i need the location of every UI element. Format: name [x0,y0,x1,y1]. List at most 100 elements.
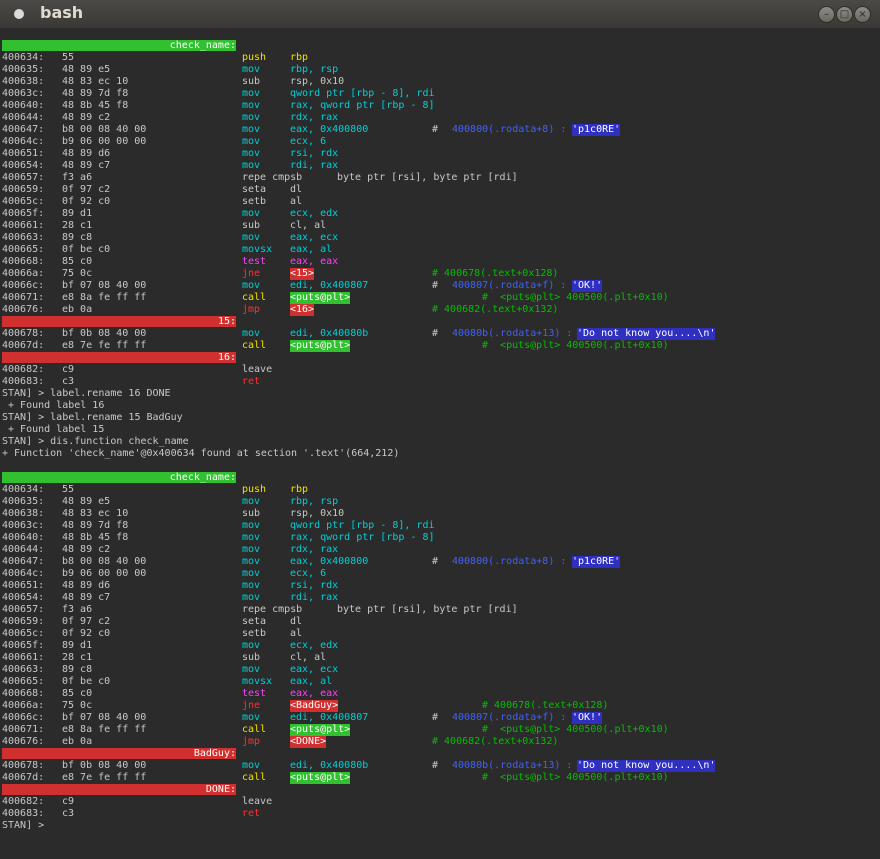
terminal-output[interactable]: check_name: 400634: 55 push rbp 400635: 48 89 … [0,28,880,859]
operand: eax, ecx [290,232,339,243]
label-header: check_name: [2,472,236,483]
opcode-bytes: 0f 97 c2 [62,616,111,627]
opcode-bytes: 48 89 e5 [62,64,111,75]
operand: eax, 0x400800 [290,124,369,135]
opcode-bytes: eb 0a [62,736,93,747]
instruction-row: 400644: 48 89 c2 mov rdx, rax [2,544,862,556]
address: 400676: [2,304,45,315]
address: 400663: [2,664,45,675]
maximize-button[interactable]: □ [836,6,853,23]
mnemonic: push [242,484,267,495]
address: 400638: [2,76,45,87]
minimize-button[interactable]: – [818,6,835,23]
opcode-bytes: 0f 92 c0 [62,628,111,639]
mnemonic: push [242,52,267,63]
instruction-row: 40065f: 89 d1 mov ecx, edx [2,208,862,220]
operand: cl, al [290,220,327,231]
address: 40065f: [2,208,45,219]
operand: eax, 0x400800 [290,556,369,567]
mnemonic: mov [242,520,261,531]
address: 400644: [2,112,45,123]
mnemonic: sub [242,76,261,87]
address: 400644: [2,544,45,555]
console-text: + Function 'check_name'@0x400634 found a… [2,448,400,459]
operand: eax, eax [290,256,339,267]
mnemonic: ret [242,376,261,387]
mnemonic: setb [242,628,267,639]
opcode-bytes: bf 07 08 40 00 [62,712,147,723]
address: 40064c: [2,568,45,579]
opcode-bytes: f3 a6 [62,604,93,615]
instruction-row: 400651: 48 89 d6 mov rsi, rdx [2,148,862,160]
operand: rax, qword ptr [rbp - 8] [290,100,435,111]
address: 400668: [2,688,45,699]
address: 400659: [2,616,45,627]
instruction-row: 40063c: 48 89 7d f8 mov qword ptr [rbp - 8]… [2,88,862,100]
opcode-bytes: b9 06 00 00 00 [62,568,147,579]
mnemonic: test [242,256,267,267]
comment: # <puts@plt> 400500(.plt+0x10) [482,340,669,351]
opcode-bytes: 89 c8 [62,232,93,243]
comment: 400800(.rodata+8) : [452,556,567,567]
title-bar: bash – □ × [0,0,880,29]
mnemonic: mov [242,532,261,543]
mnemonic: mov [242,760,261,771]
comment: # <puts@plt> 400500(.plt+0x10) [482,292,669,303]
instruction-row: 40064c: b9 06 00 00 00 mov ecx, 6 [2,136,862,148]
label-header: 15: [2,316,236,327]
mnemonic: mov [242,544,261,555]
opcode-bytes: c3 [62,808,75,819]
mnemonic: mov [242,556,261,567]
operand: rbp [290,52,309,63]
opcode-bytes: 48 83 ec 10 [62,508,129,519]
instruction-row: 400665: 0f be c0 movsx eax, al [2,676,862,688]
address: 400671: [2,292,45,303]
address: 400647: [2,556,45,567]
operand: edi, 0x400807 [290,712,369,723]
address: 40063c: [2,520,45,531]
mnemonic: seta [242,616,267,627]
opcode-bytes: 48 89 c7 [62,160,111,171]
mnemonic: jne [242,700,261,711]
mnemonic: repe cmpsb [242,172,303,183]
opcode-bytes: 48 89 7d f8 [62,88,129,99]
console-line: + Function 'check_name'@0x400634 found a… [2,448,862,460]
instruction-row: 400634: 55 push rbp [2,484,862,496]
operand: rsp, 0x10 [290,76,345,87]
instruction-row: 400657: f3 a6 repe cmpsb byte ptr [rsi], by… [2,604,862,616]
string-literal: 'Do not know you....\n' [577,328,716,340]
address: 40066a: [2,268,45,279]
address: 40063c: [2,88,45,99]
instruction-row: 400638: 48 83 ec 10 sub rsp, 0x10 [2,508,862,520]
opcode-bytes: 55 [62,52,75,63]
opcode-bytes: e8 7e fe ff ff [62,772,147,783]
branch-target: <puts@plt> [290,772,351,784]
instruction-row: 40067d: e8 7e fe ff ff call <puts@plt> # <pu… [2,340,862,352]
opcode-bytes: b8 00 08 40 00 [62,556,147,567]
mnemonic: mov [242,232,261,243]
label-header: 16: [2,352,236,363]
address: 40067d: [2,340,45,351]
instruction-row: 400661: 28 c1 sub cl, al [2,652,862,664]
window-title: bash [40,3,84,22]
operand: edi, 0x40080b [290,328,369,339]
instruction-row: 400651: 48 89 d6 mov rsi, rdx [2,580,862,592]
instruction-row: 400638: 48 83 ec 10 sub rsp, 0x10 [2,76,862,88]
mnemonic: call [242,292,267,303]
address: 400635: [2,64,45,75]
address: 40064c: [2,136,45,147]
instruction-row: 400659: 0f 97 c2 seta dl [2,616,862,628]
operand: # [432,328,439,339]
branch-target: <16> [290,304,315,316]
instruction-row: 40063c: 48 89 7d f8 mov qword ptr [rbp - 8]… [2,520,862,532]
mnemonic: mov [242,328,261,339]
instruction-row: 40066c: bf 07 08 40 00 mov edi, 0x400807 #40… [2,712,862,724]
operand: rbp, rsp [290,496,339,507]
address: 400676: [2,736,45,747]
instruction-row: 40064c: b9 06 00 00 00 mov ecx, 6 [2,568,862,580]
operand: al [290,196,303,207]
close-button[interactable]: × [854,6,871,23]
console-line: STAN] > label.rename 15 BadGuy [2,412,862,424]
instruction-row: 400678: bf 0b 08 40 00 mov edi, 0x40080b #40… [2,328,862,340]
operand: edi, 0x400807 [290,280,369,291]
